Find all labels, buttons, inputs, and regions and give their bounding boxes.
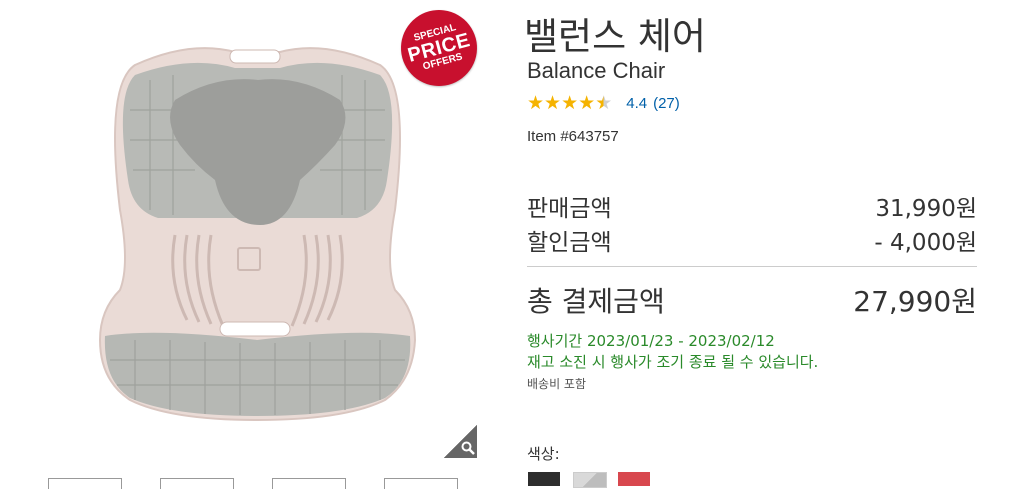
color-swatch-gray[interactable] (573, 472, 607, 488)
product-main-image[interactable] (95, 40, 420, 425)
promo-note: 재고 소진 시 행사가 조기 종료 될 수 있습니다. (527, 353, 819, 371)
sale-price-row: 판매금액 31,990원 (527, 189, 977, 223)
magnifier-icon (461, 441, 475, 455)
product-title: 밸런스 체어 (524, 15, 706, 58)
star-icon: ★ (561, 92, 579, 114)
product-subtitle: Balance Chair (527, 58, 666, 83)
total-price-label: 총 결제금액 (527, 285, 665, 318)
discount-label: 할인금액 (527, 230, 612, 256)
thumbnail-4[interactable] (384, 478, 458, 489)
thumbnail-1[interactable] (48, 478, 122, 489)
rating-value[interactable]: 4.4 (626, 95, 647, 112)
product-gallery: SPECIAL PRICE OFFERS (0, 0, 490, 489)
sale-price-label: 판매금액 (527, 196, 612, 222)
total-price-value: 27,990원 (853, 285, 977, 318)
star-icon: ★ (578, 92, 596, 114)
thumbnail-3[interactable] (272, 478, 346, 489)
shipping-info: 배송비 포함 (527, 377, 587, 391)
star-icon: ★ (544, 92, 562, 114)
promo-period: 행사기간 2023/01/23 - 2023/02/12 (527, 332, 775, 350)
star-rating: ★ ★ ★ ★ ★ (527, 92, 612, 114)
review-count-link[interactable]: (27) (653, 95, 680, 112)
rating[interactable]: ★ ★ ★ ★ ★ 4.4 (27) (527, 92, 680, 114)
sale-price-value: 31,990원 (875, 196, 977, 222)
thumbnail-2[interactable] (160, 478, 234, 489)
price-divider (527, 266, 977, 267)
discount-value: - 4,000원 (874, 230, 977, 256)
color-label: 색상: (527, 445, 560, 463)
star-icon: ★ (595, 92, 613, 114)
item-number: Item #643757 (527, 128, 619, 145)
star-icon: ★ (527, 92, 545, 114)
zoom-button[interactable] (444, 425, 477, 458)
color-swatch-black[interactable] (528, 472, 560, 486)
total-price-row: 총 결제금액 27,990원 (527, 280, 977, 320)
discount-row: 할인금액 - 4,000원 (527, 223, 977, 257)
color-swatch-red[interactable] (618, 472, 650, 486)
